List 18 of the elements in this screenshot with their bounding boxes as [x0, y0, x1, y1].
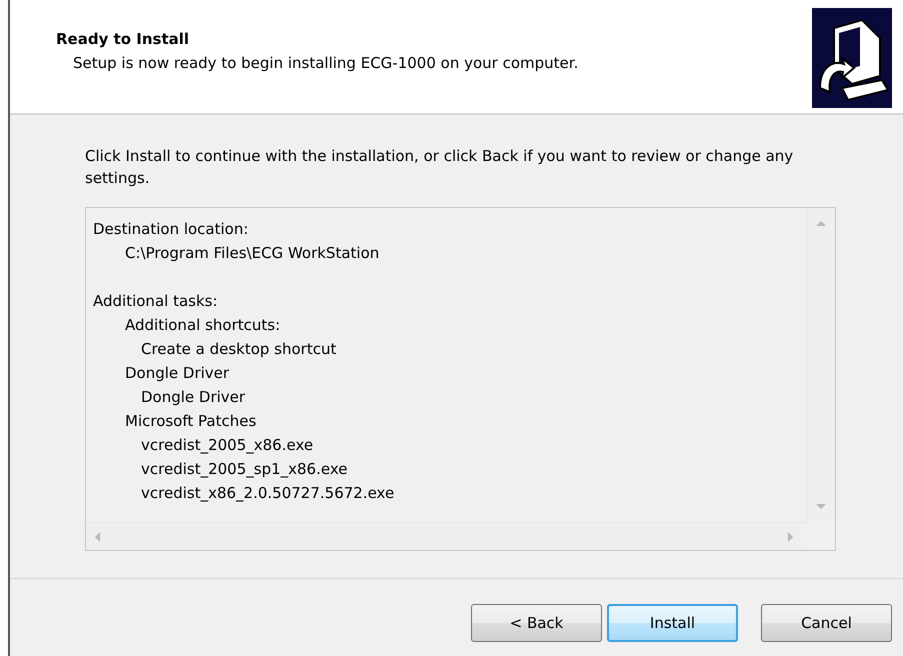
summary-line: vcredist_2005_sp1_x86.exe [141, 459, 348, 480]
summary-line: Additional tasks: [93, 291, 219, 312]
dialog-button[interactable]: < Back [471, 604, 602, 642]
summary-line: Dongle Driver [125, 363, 230, 384]
summary-line: Destination location: [93, 219, 250, 240]
summary-line: vcredist_2005_x86.exe [141, 435, 314, 456]
summary-line: Additional shortcuts: [125, 315, 282, 336]
summary-line: Microsoft Patches [125, 411, 258, 432]
dialog-button[interactable]: Install [607, 604, 738, 642]
dialog-button[interactable]: Cancel [761, 604, 892, 642]
summary-line: Create a desktop shortcut [141, 339, 338, 360]
summary-line: C:\Program Files\ECG WorkStation [125, 243, 380, 264]
summary-line: Dongle Driver [141, 387, 246, 408]
computer-install-icon [812, 8, 892, 108]
page-subtitle: Setup is now ready to begin installing ECG-1000 on your computer. [72, 54, 578, 72]
summary-line: vcredist_x86_2.0.50727.5672.exe [141, 483, 396, 504]
page-title: Ready to Install [56, 30, 190, 48]
instruction-text: Click Install to continue with the installation, or click Back if you want to review or change any settings. [85, 146, 794, 189]
